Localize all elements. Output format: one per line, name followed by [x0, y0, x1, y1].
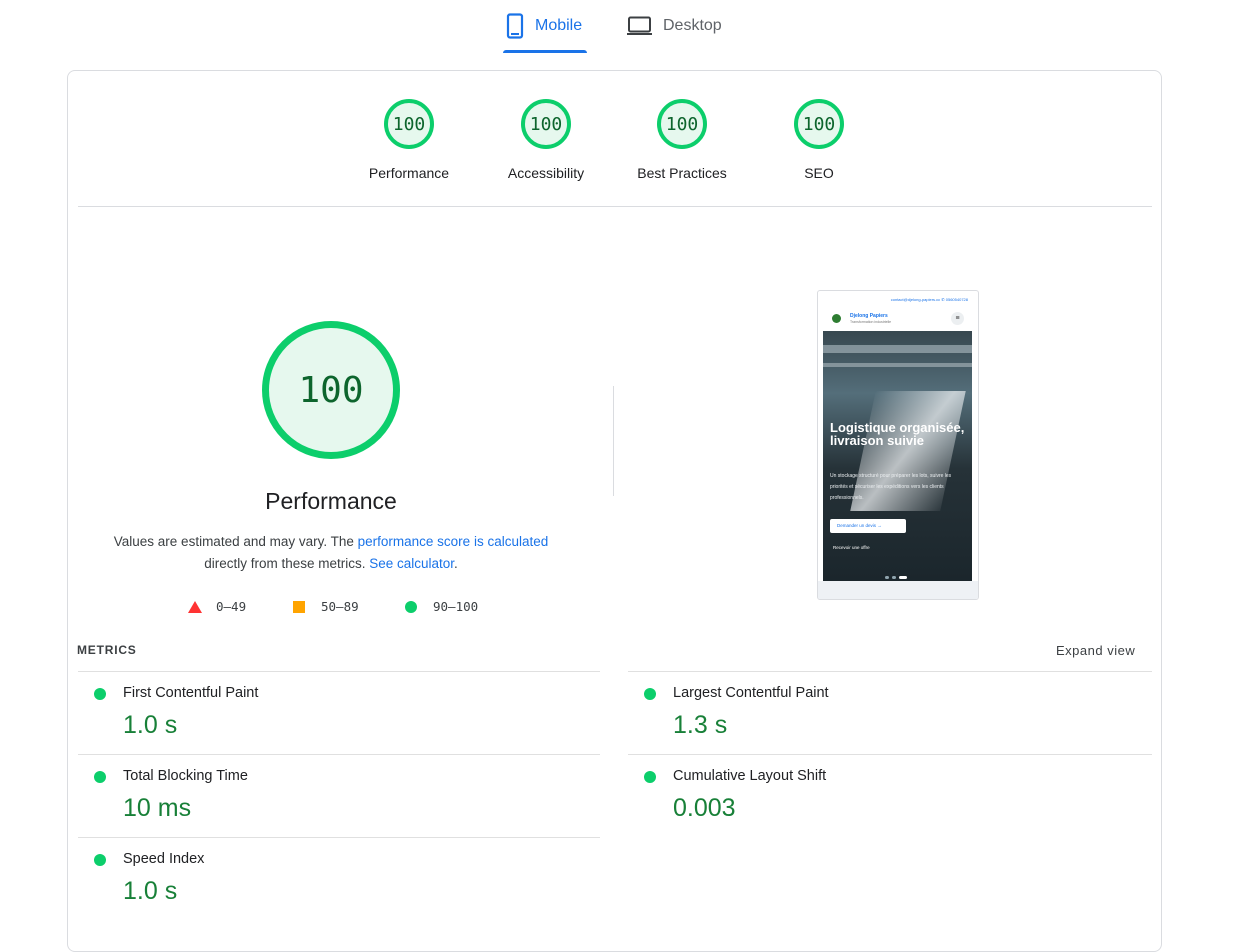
- gauge-label: Accessibility: [507, 165, 585, 181]
- device-tabs: Mobile Desktop: [0, 0, 1260, 56]
- triangle-icon: [188, 600, 202, 613]
- metric-largest-contentful-paint: Largest Contentful Paint 1.3 s: [628, 671, 1128, 754]
- gauge-label: SEO: [804, 165, 834, 181]
- active-tab-indicator: [503, 50, 587, 53]
- gauge-score: 100: [384, 99, 434, 149]
- tab-mobile-label: Mobile: [535, 17, 583, 34]
- score-legend: 0–49 50–89 90–100: [188, 599, 508, 619]
- legend-average: 50–89: [293, 599, 359, 614]
- description-text: directly from these metrics.: [204, 556, 370, 571]
- site-header: Djelong Papiers Transformation industrie…: [818, 309, 978, 331]
- metric-name: Total Blocking Time: [123, 768, 248, 784]
- smartphone-icon: [505, 13, 535, 39]
- see-calculator-link[interactable]: See calculator: [369, 556, 454, 571]
- hamburger-menu-icon: ≡: [951, 312, 964, 325]
- metric-cumulative-layout-shift: Cumulative Layout Shift 0.003: [628, 754, 1128, 837]
- tab-desktop[interactable]: Desktop: [627, 12, 722, 40]
- gauge-label: Performance: [368, 165, 450, 181]
- legend-pass: 90–100: [405, 599, 478, 614]
- metric-name: Largest Contentful Paint: [673, 685, 829, 701]
- hero-cta-primary: Demander un devis →: [830, 519, 906, 533]
- metric-value: 0.003: [673, 794, 736, 822]
- gauge-score: 100: [521, 99, 571, 149]
- score-calculated-link[interactable]: performance score is calculated: [358, 534, 549, 549]
- hero-cta-secondary: Recevoir une offre: [833, 545, 870, 550]
- performance-description: Values are estimated and may vary. The p…: [88, 531, 574, 575]
- tab-desktop-label: Desktop: [663, 17, 722, 34]
- gauge-label: Best Practices: [637, 165, 727, 181]
- gauge-seo[interactable]: 100 SEO: [764, 99, 874, 181]
- metric-speed-index: Speed Index 1.0 s: [78, 837, 578, 920]
- monitor-icon: [627, 16, 663, 36]
- expand-view-toggle[interactable]: Expand view: [1056, 643, 1135, 658]
- performance-score-gauge: 100: [262, 321, 400, 459]
- gauge-best-practices[interactable]: 100 Best Practices: [627, 99, 737, 181]
- hero-decoration: [823, 363, 972, 367]
- legend-average-label: 50–89: [321, 599, 359, 614]
- metric-name: First Contentful Paint: [123, 685, 259, 701]
- performance-title: Performance: [265, 488, 397, 514]
- site-tagline: Transformation industrielle: [850, 320, 892, 324]
- metric-total-blocking-time: Total Blocking Time 10 ms: [78, 754, 578, 837]
- hero-decoration: [823, 345, 972, 353]
- carousel-dots: [885, 566, 913, 579]
- gauge-score: 100: [794, 99, 844, 149]
- metric-name: Cumulative Layout Shift: [673, 768, 827, 784]
- legend-fail-label: 0–49: [216, 599, 247, 614]
- hero-image: Logistique organisée, livraison suivie U…: [823, 331, 972, 581]
- pass-dot-icon: [94, 854, 106, 866]
- pass-dot-icon: [644, 688, 656, 700]
- metric-name: Speed Index: [123, 851, 205, 867]
- metric-value: 1.0 s: [123, 877, 178, 905]
- divider: [78, 206, 1152, 207]
- tab-mobile[interactable]: Mobile: [505, 12, 582, 40]
- pass-dot-icon: [94, 688, 106, 700]
- vertical-divider: [613, 386, 614, 496]
- pass-dot-icon: [94, 771, 106, 783]
- metric-first-contentful-paint: First Contentful Paint 1.0 s: [78, 671, 578, 754]
- site-footer-strip: [818, 581, 978, 599]
- site-brand: Djelong Papiers: [850, 313, 888, 319]
- gauge-accessibility[interactable]: 100 Accessibility: [491, 99, 601, 181]
- contact-line: contact@djelong-papiers.cc ✆ 0560540728: [890, 297, 968, 302]
- square-icon: [293, 600, 305, 613]
- final-screenshot[interactable]: contact@djelong-papiers.cc ✆ 0560540728 …: [817, 290, 979, 600]
- metric-value: 1.3 s: [673, 711, 728, 739]
- report-card: 100 Performance 100 Accessibility 100 Be…: [67, 70, 1162, 952]
- legend-fail: 0–49: [188, 599, 246, 614]
- gauge-score: 100: [657, 99, 707, 149]
- metrics-heading: METRICS: [77, 643, 137, 657]
- circle-icon: [405, 600, 417, 613]
- metric-value: 10 ms: [123, 794, 192, 822]
- legend-pass-label: 90–100: [433, 599, 479, 614]
- logo-icon: [832, 314, 841, 323]
- description-text: .: [454, 556, 458, 571]
- description-text: Values are estimated and may vary. The: [113, 534, 358, 549]
- pass-dot-icon: [644, 771, 656, 783]
- metric-value: 1.0 s: [123, 711, 178, 739]
- hero-subtext: Un stockage structuré pour préparer les …: [830, 473, 952, 501]
- hero-headline: Logistique organisée, livraison suivie: [830, 420, 965, 448]
- gauge-performance[interactable]: 100 Performance: [354, 99, 464, 181]
